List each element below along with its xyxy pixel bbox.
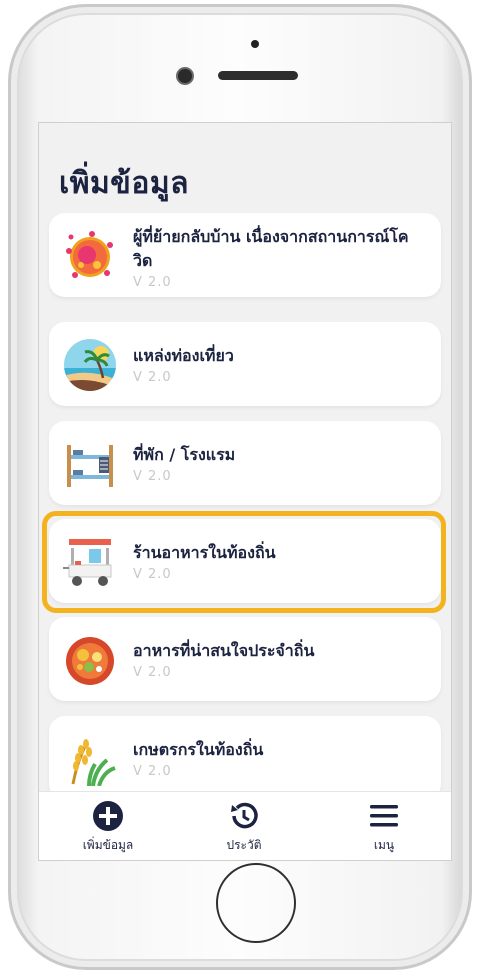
beach-icon bbox=[64, 339, 116, 391]
card-title: ผู้ที่ย้ายกลับบ้าน เนื่องจากสถานการณ์โคว… bbox=[133, 227, 409, 270]
card-title: แหล่งท่องเที่ยว bbox=[133, 346, 234, 365]
sensor-dot bbox=[251, 40, 259, 48]
virus-icon bbox=[66, 231, 113, 278]
tab-label: เพิ่มข้อมูล bbox=[82, 838, 134, 852]
card-version: V 2.0 bbox=[133, 764, 172, 779]
card-covid-returnees[interactable]: ผู้ที่ย้ายกลับบ้าน เนื่องจากสถานการณ์โคว… bbox=[49, 213, 441, 297]
card-accommodation[interactable]: ที่พัก / โรงแรม V 2.0 bbox=[49, 421, 441, 505]
dish-icon bbox=[66, 637, 114, 685]
menu-icon bbox=[370, 805, 398, 827]
card-local-farmers[interactable]: เกษตรกรในท้องถิ่น V 2.0 bbox=[49, 716, 441, 800]
tab-history[interactable]: ประวัติ bbox=[189, 800, 299, 855]
app-screen: เพิ่มข้อมูล ผู้ที่ย้ายกลับบ้าน เนื่องจาก… bbox=[38, 122, 452, 861]
front-camera bbox=[178, 69, 192, 83]
card-title: อาหารที่น่าสนใจประจำถิ่น bbox=[133, 641, 315, 660]
earpiece-speaker bbox=[218, 71, 298, 80]
card-version: V 2.0 bbox=[133, 275, 172, 290]
card-title: เกษตรกรในท้องถิ่น bbox=[133, 740, 264, 759]
history-icon bbox=[231, 802, 258, 829]
selection-highlight bbox=[42, 511, 446, 613]
card-version: V 2.0 bbox=[133, 370, 172, 385]
tab-label: เมนู bbox=[373, 838, 395, 852]
tab-menu[interactable]: เมนู bbox=[329, 800, 439, 855]
tab-add-data[interactable]: เพิ่มข้อมูล bbox=[53, 800, 163, 855]
card-version: V 2.0 bbox=[133, 469, 172, 484]
bunk-bed-icon bbox=[67, 445, 113, 487]
home-button[interactable] bbox=[216, 863, 296, 943]
card-version: V 2.0 bbox=[133, 665, 172, 680]
page-title: เพิ่มข้อมูล bbox=[59, 166, 189, 201]
card-local-food[interactable]: อาหารที่น่าสนใจประจำถิ่น V 2.0 bbox=[49, 617, 441, 701]
card-title: ที่พัก / โรงแรม bbox=[133, 445, 236, 464]
add-circle-icon bbox=[93, 801, 123, 831]
bottom-tab-bar: เพิ่มข้อมูล ประวัติ เมนู bbox=[39, 791, 451, 860]
rice-plant-icon bbox=[71, 739, 116, 786]
tab-label: ประวัติ bbox=[226, 838, 262, 852]
card-tourist-attractions[interactable]: แหล่งท่องเที่ยว V 2.0 bbox=[49, 322, 441, 406]
